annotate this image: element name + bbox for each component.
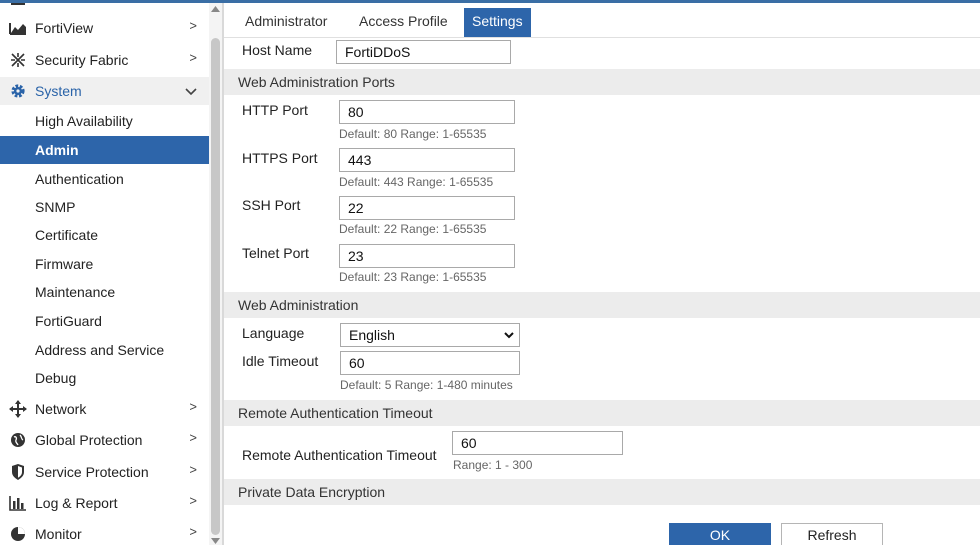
chevron-down-icon bbox=[185, 84, 197, 99]
chevron-right-icon: > bbox=[189, 524, 197, 539]
sidebar-item-certificate[interactable]: Certificate bbox=[0, 221, 209, 249]
sidebar-item-fortiguard[interactable]: FortiGuard bbox=[0, 307, 209, 335]
sidebar-item-firmware[interactable]: Firmware bbox=[0, 250, 209, 278]
telnet-port-label: Telnet Port bbox=[242, 245, 309, 261]
fabric-icon bbox=[9, 51, 27, 69]
section-web-administration-ports: Web Administration Ports bbox=[224, 69, 980, 95]
chevron-right-icon: > bbox=[189, 493, 197, 508]
language-select[interactable]: English bbox=[340, 323, 520, 347]
sidebar-item-label: Admin bbox=[35, 142, 79, 158]
section-web-administration: Web Administration bbox=[224, 292, 980, 318]
chevron-down-icon bbox=[504, 332, 514, 339]
remote-auth-timeout-input[interactable] bbox=[452, 431, 623, 455]
sidebar-item-label: Authentication bbox=[35, 171, 124, 187]
https-port-hint: Default: 443 Range: 1-65535 bbox=[339, 175, 494, 189]
ssh-port-label: SSH Port bbox=[242, 197, 301, 213]
scroll-down-arrow-icon[interactable] bbox=[210, 537, 221, 545]
sidebar-scrollbar-thumb[interactable] bbox=[211, 38, 220, 535]
sidebar-item-label: Maintenance bbox=[35, 284, 116, 300]
http-port-input[interactable] bbox=[339, 100, 515, 124]
sidebar-item-label: Debug bbox=[35, 370, 77, 386]
sidebar-item-label: Address and Service bbox=[35, 342, 165, 358]
sidebar-item-label: Security Fabric bbox=[35, 52, 129, 68]
idle-timeout-input[interactable] bbox=[340, 351, 520, 375]
section-remote-authentication-timeout: Remote Authentication Timeout bbox=[224, 400, 980, 426]
globe-icon bbox=[9, 431, 27, 449]
sidebar-item-label: System bbox=[35, 83, 82, 99]
refresh-button[interactable]: Refresh bbox=[781, 523, 883, 545]
ssh-port-hint: Default: 22 Range: 1-65535 bbox=[339, 222, 487, 236]
sidebar-item-label: Log & Report bbox=[35, 495, 118, 511]
sidebar-item-debug[interactable]: Debug bbox=[0, 364, 209, 392]
idle-timeout-hint: Default: 5 Range: 1-480 minutes bbox=[340, 378, 513, 392]
language-label: Language bbox=[242, 325, 305, 341]
sidebar-item-security-fabric[interactable]: Security Fabric > bbox=[0, 46, 209, 74]
sidebar-item-authentication[interactable]: Authentication bbox=[0, 165, 209, 193]
https-port-input[interactable] bbox=[339, 148, 515, 172]
telnet-port-hint: Default: 23 Range: 1-65535 bbox=[339, 270, 487, 284]
sidebar-item-label: Network bbox=[35, 401, 87, 417]
chevron-right-icon: > bbox=[189, 430, 197, 445]
section-private-data-encryption: Private Data Encryption bbox=[224, 479, 980, 505]
sidebar-item-address-and-service[interactable]: Address and Service bbox=[0, 336, 209, 364]
http-port-label: HTTP Port bbox=[242, 102, 308, 118]
bar-chart-icon bbox=[9, 494, 27, 512]
sidebar-item-label: FortiGuard bbox=[35, 313, 102, 329]
sidebar-item-label: FortiView bbox=[35, 20, 94, 36]
remote-auth-timeout-hint: Range: 1 - 300 bbox=[453, 458, 533, 472]
sidebar-item-log-report[interactable]: Log & Report > bbox=[0, 489, 209, 517]
ok-button[interactable]: OK bbox=[669, 523, 771, 545]
sidebar-item-label: Firmware bbox=[35, 256, 94, 272]
tab-bar: Administrator Access Profile Settings bbox=[224, 8, 980, 38]
sidebar-item-maintenance[interactable]: Maintenance bbox=[0, 278, 209, 306]
https-port-label: HTTPS Port bbox=[242, 150, 318, 166]
dashboard-icon bbox=[11, 3, 25, 5]
sidebar: FortiView > Security Fabric > System Hig… bbox=[0, 3, 209, 545]
sidebar-item-label: Monitor bbox=[35, 526, 82, 542]
chevron-right-icon: > bbox=[189, 462, 197, 477]
tab-access-profile[interactable]: Access Profile bbox=[351, 8, 456, 37]
network-arrows-icon bbox=[9, 400, 27, 418]
telnet-port-input[interactable] bbox=[339, 244, 515, 268]
scroll-up-arrow-icon[interactable] bbox=[210, 5, 221, 13]
chevron-right-icon: > bbox=[189, 50, 197, 65]
sidebar-item-label: SNMP bbox=[35, 199, 76, 215]
sidebar-item-admin[interactable]: Admin bbox=[0, 136, 209, 164]
sidebar-item-global-protection[interactable]: Global Protection > bbox=[0, 426, 209, 454]
sidebar-item-snmp[interactable]: SNMP bbox=[0, 193, 209, 221]
sidebar-item-label: High Availability bbox=[35, 113, 133, 129]
sidebar-item-label: Global Protection bbox=[35, 432, 143, 448]
sidebar-item-label: Service Protection bbox=[35, 464, 149, 480]
ssh-port-input[interactable] bbox=[339, 196, 515, 220]
tab-administrator[interactable]: Administrator bbox=[237, 8, 335, 37]
main-panel: Administrator Access Profile Settings Ho… bbox=[224, 3, 980, 545]
http-port-hint: Default: 80 Range: 1-65535 bbox=[339, 127, 487, 141]
tab-bar-rule bbox=[224, 37, 980, 38]
chevron-right-icon: > bbox=[189, 399, 197, 414]
sidebar-item-label: Certificate bbox=[35, 227, 99, 243]
host-name-label: Host Name bbox=[242, 42, 313, 58]
sidebar-item-network[interactable]: Network > bbox=[0, 395, 209, 423]
gear-icon bbox=[9, 82, 27, 100]
sidebar-item-system[interactable]: System bbox=[0, 77, 209, 105]
chart-icon bbox=[9, 19, 27, 37]
host-name-input[interactable] bbox=[336, 40, 511, 64]
shield-icon bbox=[9, 463, 27, 481]
sidebar-item-high-availability[interactable]: High Availability bbox=[0, 107, 209, 135]
sidebar-item-fortiview[interactable]: FortiView > bbox=[0, 14, 209, 42]
language-select-value: English bbox=[349, 327, 395, 343]
chevron-right-icon: > bbox=[189, 18, 197, 33]
pie-chart-icon bbox=[9, 525, 27, 543]
idle-timeout-label: Idle Timeout bbox=[242, 353, 319, 369]
tab-settings[interactable]: Settings bbox=[464, 8, 531, 37]
remote-auth-timeout-label: Remote Authentication Timeout bbox=[242, 447, 437, 463]
sidebar-item-service-protection[interactable]: Service Protection > bbox=[0, 458, 209, 486]
sidebar-item-monitor[interactable]: Monitor > bbox=[0, 520, 209, 545]
